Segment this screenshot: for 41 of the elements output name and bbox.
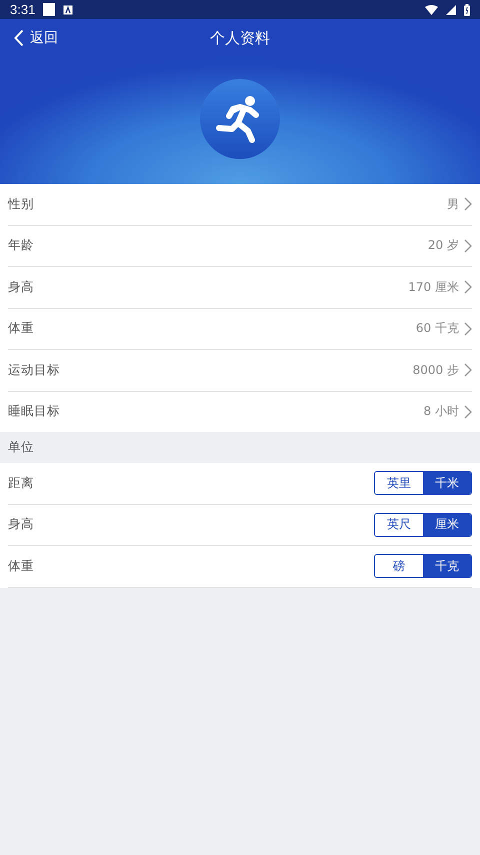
signal-icon — [446, 4, 456, 14]
runner-avatar-icon — [200, 79, 280, 159]
row-label: 年龄 — [8, 237, 35, 254]
profile-row[interactable]: 体重 60 千克 — [8, 308, 472, 350]
row-value: 8 小时 — [424, 403, 459, 420]
chevron-right-icon — [464, 363, 472, 378]
row-label: 体重 — [8, 558, 35, 575]
unit-option[interactable]: 千米 — [423, 472, 471, 494]
battery-icon — [464, 4, 470, 16]
row-value: 8000 步 — [412, 362, 459, 379]
row-value: 20 岁 — [428, 237, 459, 254]
chevron-right-icon — [464, 238, 472, 253]
chevron-right-icon — [464, 197, 472, 212]
row-label: 睡眠目标 — [8, 403, 61, 420]
profile-row[interactable]: 睡眠目标 8 小时 — [8, 392, 472, 432]
back-button[interactable]: 返回 — [0, 19, 66, 57]
row-label: 体重 — [8, 320, 35, 338]
row-label: 性别 — [8, 196, 35, 213]
profile-row[interactable]: 运动目标 8000 步 — [8, 350, 472, 392]
profile-row[interactable]: 性别 男 — [8, 184, 472, 226]
notification-icon — [43, 3, 56, 16]
chevron-right-icon — [464, 322, 472, 336]
profile-row[interactable]: 年龄 20 岁 — [8, 226, 472, 267]
row-value: 170 厘米 — [408, 278, 459, 296]
row-label: 运动目标 — [8, 362, 61, 379]
unit-option[interactable]: 厘米 — [423, 514, 471, 536]
profile-row[interactable]: 身高 170 厘米 — [8, 267, 472, 308]
back-chevron-icon — [14, 29, 24, 47]
unit-option[interactable]: 千克 — [423, 555, 471, 578]
page-title: 个人资料 — [210, 28, 270, 48]
notification-icon — [63, 4, 74, 14]
row-label: 距离 — [8, 474, 35, 492]
row-value: 男 — [447, 196, 459, 213]
chevron-right-icon — [464, 280, 472, 294]
wifi-icon — [425, 4, 438, 14]
row-label: 身高 — [8, 278, 35, 296]
row-value: 60 千克 — [416, 320, 459, 338]
chevron-right-icon — [464, 404, 472, 419]
status-time: 3:31 — [10, 2, 36, 17]
row-label: 身高 — [8, 516, 35, 534]
section-header: 单位 — [7, 438, 35, 456]
